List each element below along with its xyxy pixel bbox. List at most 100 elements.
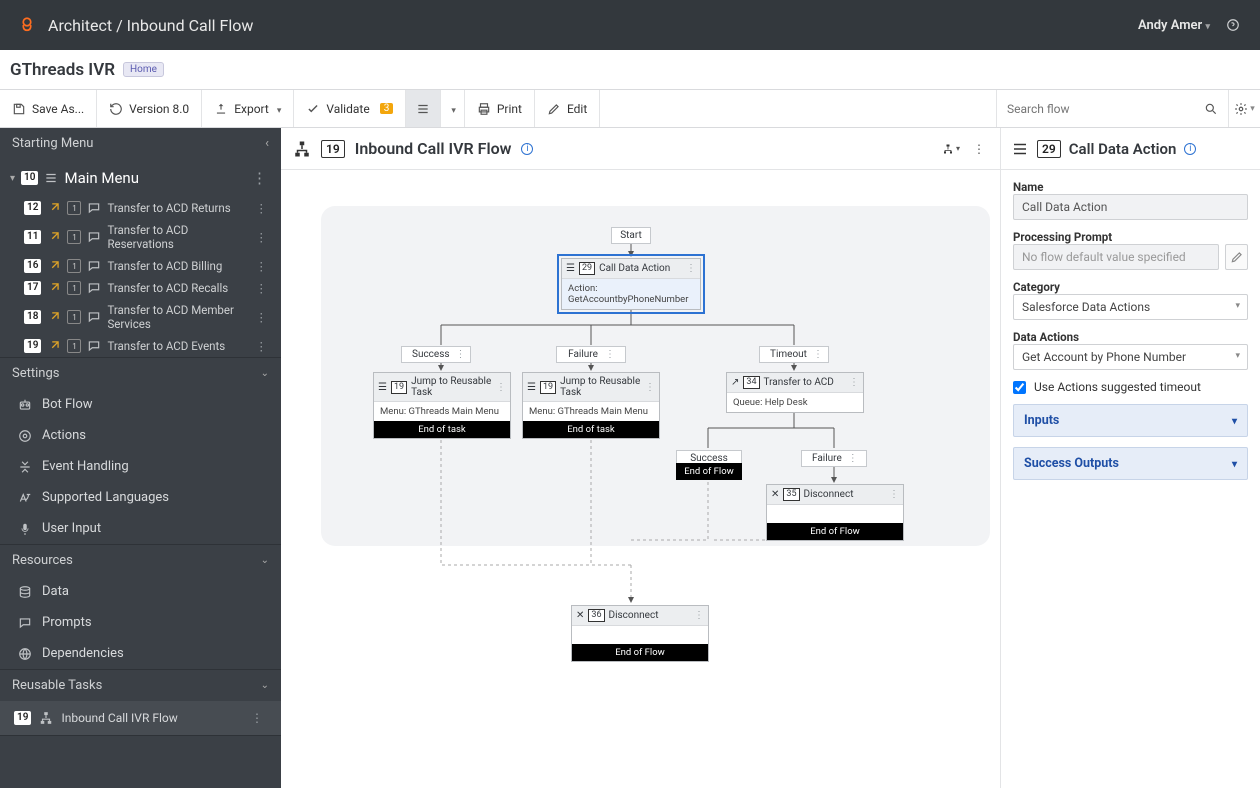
sidebar-menu-item[interactable]: 111Transfer to ACD Reservations⋮ [0, 219, 281, 255]
sidebar-menu-item[interactable]: 161Transfer to ACD Billing⋮ [0, 255, 281, 277]
validate-button[interactable]: Validate3 [294, 90, 406, 127]
timeout-checkbox-row[interactable]: Use Actions suggested timeout [1013, 380, 1248, 394]
row-menu-icon[interactable]: ⋮ [252, 339, 272, 353]
edit-prompt-button[interactable] [1225, 244, 1248, 270]
chevron-down-icon[interactable]: ⌄ [261, 368, 269, 379]
bot-icon [18, 398, 32, 412]
call-data-action-node[interactable]: ☰29Call Data Action⋮ Action: GetAccountb… [561, 258, 701, 310]
resources-item[interactable]: Data [0, 576, 281, 607]
search-icon[interactable] [1204, 102, 1218, 116]
row-menu-icon[interactable]: ⋮ [252, 281, 272, 295]
version-button[interactable]: Version 8.0 [97, 90, 202, 127]
sidebar-menu-item[interactable]: 171Transfer to ACD Recalls⋮ [0, 277, 281, 299]
settings-item[interactable]: Actions [0, 420, 281, 451]
category-label: Category [1013, 280, 1248, 294]
minimap-icon[interactable]: ▾ [942, 140, 960, 158]
settings-item[interactable]: Supported Languages [0, 482, 281, 513]
chevron-down-icon[interactable]: ⌄ [261, 555, 269, 566]
settings-item[interactable]: Event Handling [0, 451, 281, 482]
disconnect-node-2[interactable]: ✕36Disconnect⋮ End of Flow [571, 605, 709, 662]
sidebar-menu-item[interactable]: 121Transfer to ACD Returns⋮ [0, 197, 281, 219]
caret-down-icon [275, 102, 282, 116]
inputs-accordion[interactable]: Inputs [1013, 404, 1248, 437]
chat-icon [87, 281, 101, 295]
subheader: GThreads IVR Home [0, 50, 1260, 90]
row-menu-icon[interactable]: ⋮ [252, 230, 272, 244]
jump-reusable-node-2[interactable]: ☰19Jump to Reusable Task⋮ Menu: GThreads… [522, 372, 660, 439]
flow-canvas[interactable]: Start ☰29Call Data Action⋮ Action: GetAc… [281, 170, 1000, 788]
menu-list-icon [44, 171, 58, 185]
edit-button[interactable]: Edit [535, 90, 600, 127]
row-menu-icon[interactable]: ⋮ [252, 310, 272, 324]
settings-header[interactable]: Settings ⌄ [0, 358, 281, 389]
actions-icon [18, 429, 32, 443]
settings-gear-button[interactable]: ▾ [1228, 90, 1260, 127]
chat-icon [87, 259, 101, 273]
name-field[interactable] [1013, 194, 1248, 220]
search-input[interactable] [1007, 102, 1204, 116]
data-icon: ☰ [566, 263, 575, 274]
jump-out-icon [47, 310, 61, 324]
failure-branch-label-2[interactable]: Failure⋮ [801, 450, 867, 467]
chat-icon [87, 310, 101, 324]
canvas-panel: 19 Inbound Call IVR Flow i ▾ ⋮ [281, 128, 1000, 788]
info-icon[interactable]: i [521, 143, 533, 155]
data-actions-select[interactable]: Get Account by Phone Number [1013, 344, 1248, 370]
resources-item[interactable]: Dependencies [0, 638, 281, 669]
export-button[interactable]: Export [202, 90, 294, 127]
disconnect-node-1[interactable]: ✕35Disconnect⋮ End of Flow [766, 484, 904, 541]
flow-name: GThreads IVR [10, 60, 115, 80]
info-icon[interactable]: i [1184, 143, 1196, 155]
category-select[interactable]: Salesforce Data Actions [1013, 294, 1248, 320]
row-menu-icon[interactable]: ⋮ [252, 201, 272, 215]
user-menu[interactable]: Andy Amer ▾ [1138, 18, 1210, 33]
jump-out-icon [47, 281, 61, 295]
resources-header[interactable]: Resources ⌄ [0, 545, 281, 576]
badge-icon: 1 [67, 259, 81, 273]
home-pill[interactable]: Home [123, 62, 164, 77]
timeout-checkbox[interactable] [1013, 381, 1026, 394]
data-actions-label: Data Actions [1013, 330, 1248, 344]
processing-prompt-field[interactable] [1013, 244, 1219, 270]
row-menu-icon[interactable]: ⋮ [247, 711, 267, 725]
resources-item[interactable]: Prompts [0, 607, 281, 638]
print-button[interactable]: Print [465, 90, 535, 127]
transfer-acd-node[interactable]: ↗34Transfer to ACD⋮ Queue: Help Desk [726, 372, 864, 413]
badge-icon: 1 [67, 230, 81, 244]
save-as-button[interactable]: Save As... [0, 90, 97, 127]
chevron-down-icon[interactable]: ⌄ [261, 680, 269, 691]
prompts-icon [18, 616, 32, 630]
jump-out-icon [47, 201, 61, 215]
failure-branch-label[interactable]: Failure⋮ [556, 346, 626, 363]
timeout-branch-label[interactable]: Timeout⋮ [759, 346, 829, 363]
reusable-task-row[interactable]: 19 Inbound Call IVR Flow ⋮ [0, 701, 281, 735]
start-node[interactable]: Start [611, 227, 651, 244]
row-menu-icon[interactable]: ⋮ [252, 259, 272, 273]
data-icon [1011, 140, 1029, 158]
success-outputs-accordion[interactable]: Success Outputs [1013, 447, 1248, 480]
caret-down-icon [449, 102, 456, 116]
main-menu-row[interactable]: ▾ 10 Main Menu ⋮ [0, 159, 281, 197]
node-menu-icon[interactable]: ⋮ [686, 263, 696, 274]
success-branch-label[interactable]: Success⋮ [401, 346, 471, 363]
list-view-dropdown[interactable] [441, 90, 465, 127]
starting-menu-header[interactable]: Starting Menu ‹ [0, 128, 281, 159]
list-view-button[interactable] [406, 90, 441, 127]
breadcrumb[interactable]: Architect / Inbound Call Flow [48, 16, 253, 35]
settings-item[interactable]: User Input [0, 513, 281, 544]
row-menu-icon[interactable]: ⋮ [248, 169, 271, 187]
search-flow[interactable] [996, 90, 1228, 127]
sidebar: Starting Menu ‹ ▾ 10 Main Menu ⋮ 121Tran… [0, 128, 281, 788]
jump-reusable-node-1[interactable]: ☰19Jump to Reusable Task⋮ Menu: GThreads… [373, 372, 511, 439]
collapse-sidebar-icon[interactable]: ‹ [265, 136, 269, 151]
help-icon[interactable] [1224, 16, 1242, 34]
settings-item[interactable]: Bot Flow [0, 389, 281, 420]
canvas-menu-icon[interactable]: ⋮ [970, 140, 988, 158]
canvas-title: Inbound Call IVR Flow [355, 139, 512, 158]
external-icon: ↗ [731, 377, 739, 388]
canvas-head-num: 19 [321, 140, 345, 158]
sidebar-menu-item[interactable]: 191Transfer to ACD Events⋮ [0, 335, 281, 357]
chat-icon [87, 230, 101, 244]
sidebar-menu-item[interactable]: 181Transfer to ACD Member Services⋮ [0, 299, 281, 335]
reusable-tasks-header[interactable]: Reusable Tasks ⌄ [0, 670, 281, 701]
